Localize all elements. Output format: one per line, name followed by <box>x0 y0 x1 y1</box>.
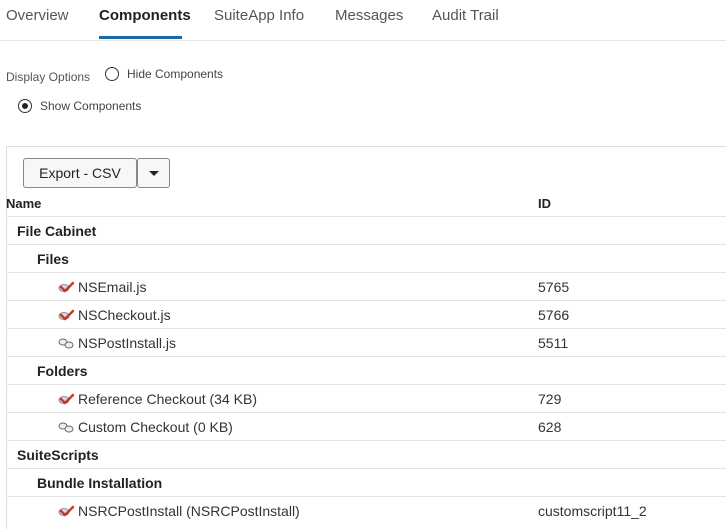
row-id: 5765 <box>538 279 570 295</box>
tab-bar: Overview Components SuiteApp Info Messag… <box>0 0 726 41</box>
row-name-text: NSEmail.js <box>78 279 147 295</box>
row-name-text: Reference Checkout (34 KB) <box>78 391 257 407</box>
checkmark-component-icon <box>57 308 75 321</box>
show-components-radio[interactable]: Show Components <box>18 99 141 113</box>
group-label: Files <box>37 251 69 267</box>
radio-unchecked-icon <box>105 67 119 81</box>
row-name-text: NSPostInstall.js <box>78 335 177 351</box>
row-name-text: SuiteScripts <box>17 447 99 463</box>
table-row: Custom Checkout (0 KB) 628 <box>6 412 726 440</box>
table-row: Files <box>6 244 726 272</box>
row-id: 628 <box>538 419 562 435</box>
group-label: SuiteScripts <box>17 447 99 463</box>
hide-components-label: Hide Components <box>127 67 224 81</box>
column-header-id: ID <box>538 196 551 211</box>
radio-checked-icon <box>18 99 32 113</box>
component-name: NSEmail.js <box>57 279 146 295</box>
tab-messages[interactable]: Messages <box>335 7 403 24</box>
row-name-text: Bundle Installation <box>37 475 163 491</box>
table-row: File Cabinet <box>6 216 726 244</box>
row-name-text: Custom Checkout (0 KB) <box>78 419 233 435</box>
tab-overview[interactable]: Overview <box>6 7 69 24</box>
link-component-icon <box>57 336 75 349</box>
export-csv-label: Export - CSV <box>39 165 121 181</box>
component-name: Reference Checkout (34 KB) <box>57 391 257 407</box>
export-dropdown-button[interactable] <box>137 158 170 188</box>
tab-audit-trail[interactable]: Audit Trail <box>432 7 499 24</box>
row-name-text: File Cabinet <box>17 223 97 239</box>
display-options-label: Display Options <box>6 70 91 84</box>
table-row: Bundle Installation <box>6 468 726 496</box>
row-name-text: NSRCPostInstall (NSRCPostInstall) <box>78 503 300 519</box>
component-name: NSRCPostInstall (NSRCPostInstall) <box>57 503 300 519</box>
row-name-text: Files <box>37 251 69 267</box>
row-id: 5766 <box>538 307 570 323</box>
show-components-label: Show Components <box>40 99 142 113</box>
row-name-text: NSCheckout.js <box>78 307 171 323</box>
group-label: Folders <box>37 363 88 379</box>
hide-components-radio[interactable]: Hide Components <box>105 67 223 81</box>
tab-suiteapp-info[interactable]: SuiteApp Info <box>214 7 304 24</box>
checkmark-component-icon <box>57 504 75 517</box>
component-name: NSPostInstall.js <box>57 335 176 351</box>
link-component-icon <box>57 420 75 433</box>
checkmark-component-icon <box>57 280 75 293</box>
row-id: 5511 <box>538 335 569 351</box>
export-csv-button[interactable]: Export - CSV <box>23 158 137 188</box>
table-row: NSEmail.js 5765 <box>6 272 726 300</box>
row-id: 729 <box>538 391 562 407</box>
column-header-name: Name <box>6 196 42 211</box>
row-id: customscript11_2 <box>538 503 647 519</box>
group-label: Bundle Installation <box>37 475 162 491</box>
checkmark-component-icon <box>57 392 75 405</box>
table-row: NSCheckout.js 5766 <box>6 300 726 328</box>
table-row: NSRCPostInstall (NSRCPostInstall) customs… <box>6 496 726 524</box>
tab-components[interactable]: Components <box>99 7 191 24</box>
group-label: File Cabinet <box>17 223 96 239</box>
table-row: Reference Checkout (34 KB) 729 <box>6 384 726 412</box>
table-row: Folders <box>6 356 726 384</box>
component-name: NSCheckout.js <box>57 307 171 323</box>
row-name-text: Folders <box>37 363 88 379</box>
table-row: SuiteScripts <box>6 440 726 468</box>
component-name: Custom Checkout (0 KB) <box>57 419 233 435</box>
chevron-down-icon <box>148 170 159 176</box>
table-row: NSPostInstall.js 5511 <box>6 328 726 356</box>
active-tab-indicator <box>99 36 182 39</box>
